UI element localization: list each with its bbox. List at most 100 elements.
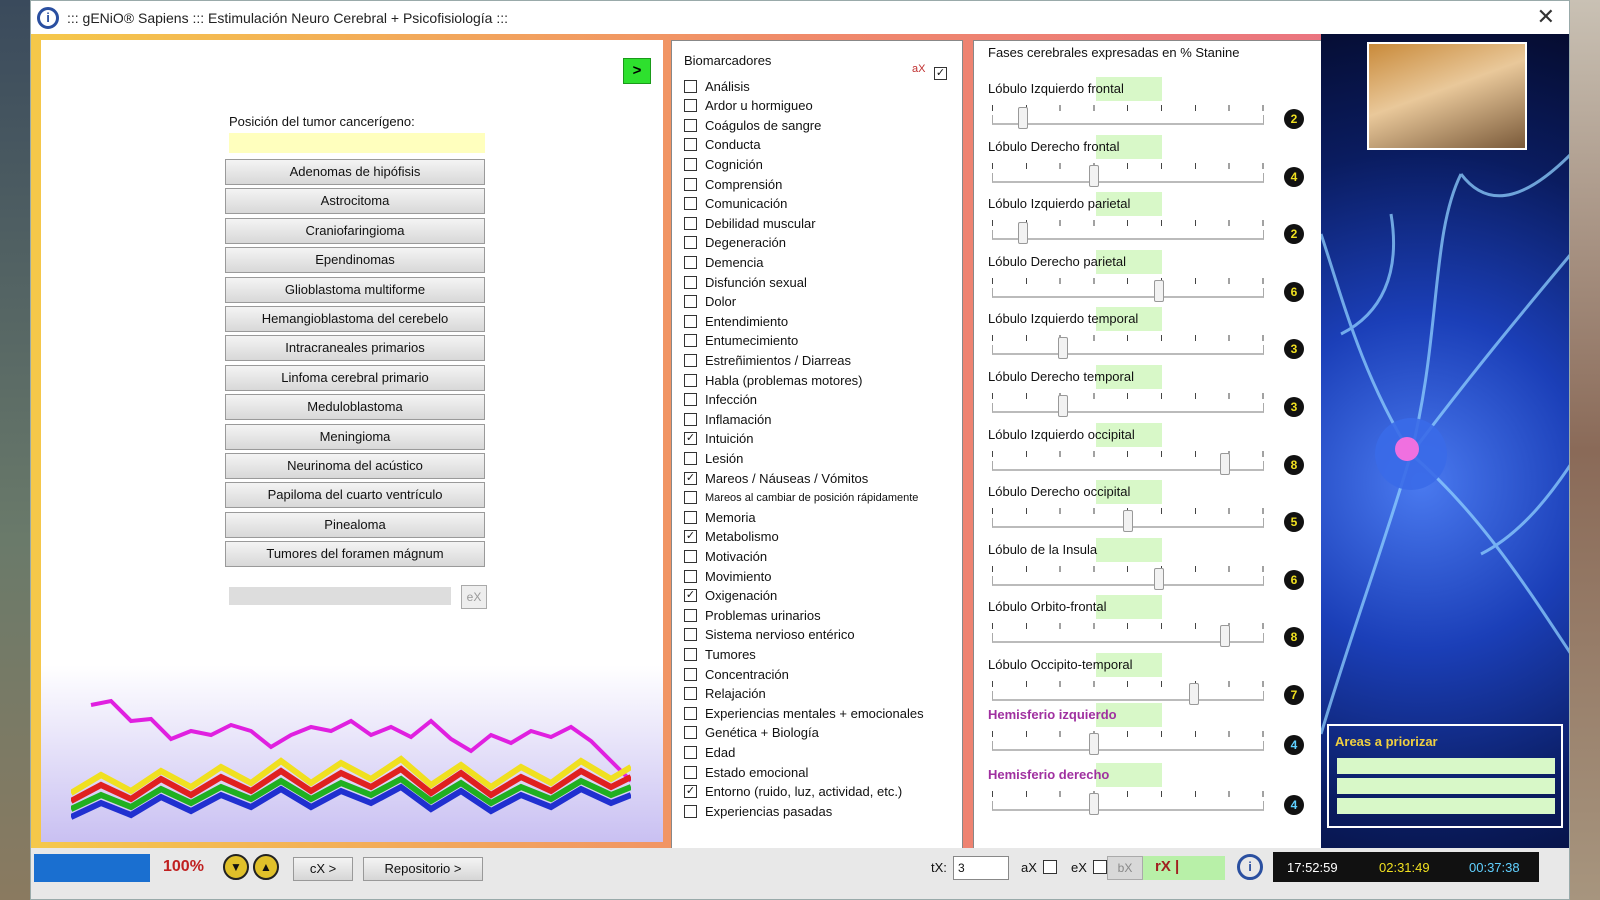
tumor-button[interactable]: Hemangioblastoma del cerebelo xyxy=(225,306,485,332)
tumor-button[interactable]: Craniofaringioma xyxy=(225,217,485,244)
biomarker-checkbox[interactable] xyxy=(684,687,697,701)
phase-slider-thumb[interactable] xyxy=(1088,733,1099,755)
arrow-down-icon[interactable]: ▼ xyxy=(223,854,249,880)
tumor-button[interactable]: Tumores del foramen mágnum xyxy=(225,541,485,568)
ex-button[interactable]: eX xyxy=(461,585,487,609)
biomarker-checkbox[interactable] xyxy=(684,99,697,113)
biomarker-item[interactable]: Entumecimiento xyxy=(684,332,798,350)
phase-slider-thumb[interactable] xyxy=(1088,164,1099,187)
biomarker-checkbox[interactable] xyxy=(684,314,697,328)
phase-slider-thumb[interactable] xyxy=(1057,337,1068,360)
biomarker-checkbox[interactable] xyxy=(684,295,697,309)
biomarker-checkbox[interactable] xyxy=(684,510,697,524)
biomarker-checkbox[interactable] xyxy=(684,177,697,191)
cx-button[interactable]: cX > xyxy=(293,857,353,881)
phase-slider-track[interactable] xyxy=(992,230,1264,241)
biomarker-item[interactable]: Mareos al cambiar de posición rápidament… xyxy=(684,489,918,507)
tx-stepper[interactable]: 3 xyxy=(953,856,1009,880)
biomarker-checkbox[interactable] xyxy=(684,373,697,387)
biomarker-item[interactable]: Concentración xyxy=(684,665,789,683)
phase-slider-track[interactable] xyxy=(992,575,1264,586)
biomarker-item[interactable]: Ardor u hormigueo xyxy=(684,97,813,115)
biomarker-item[interactable]: Tumores xyxy=(684,645,756,663)
biomarker-checkbox[interactable] xyxy=(684,412,697,426)
biomarker-item[interactable]: Degeneración xyxy=(684,234,786,252)
tumor-button[interactable]: Linfoma cerebral primario xyxy=(225,364,485,391)
biomarkers-ax-checkbox[interactable]: ✓ xyxy=(934,67,947,80)
biomarker-item[interactable]: Movimiento xyxy=(684,567,771,585)
biomarker-checkbox[interactable] xyxy=(684,706,697,720)
biomarker-item[interactable]: Experiencias mentales + emocionales xyxy=(684,704,924,722)
biomarker-checkbox[interactable]: ✓ xyxy=(684,589,697,603)
biomarker-checkbox[interactable] xyxy=(684,647,697,661)
biomarker-item[interactable]: ✓ Oxigenación xyxy=(684,587,777,605)
biomarker-checkbox[interactable] xyxy=(684,608,697,622)
tumor-button[interactable]: Meningioma xyxy=(225,423,485,450)
biomarker-checkbox[interactable] xyxy=(684,157,697,171)
biomarker-item[interactable]: ✓ Metabolismo xyxy=(684,528,779,546)
ax-checkbox[interactable] xyxy=(1043,860,1057,874)
biomarker-checkbox[interactable] xyxy=(684,745,697,759)
biomarker-checkbox[interactable] xyxy=(684,216,697,230)
phase-slider-track[interactable] xyxy=(992,801,1264,811)
biomarker-item[interactable]: Edad xyxy=(684,743,735,761)
rx-button[interactable]: rX | xyxy=(1143,856,1225,880)
tumor-button[interactable]: Neurinoma del acústico xyxy=(225,453,485,479)
phase-slider-track[interactable] xyxy=(992,403,1264,413)
phase-slider-thumb[interactable] xyxy=(1088,793,1099,815)
biomarker-item[interactable]: Experiencias pasadas xyxy=(684,802,832,820)
phase-slider-thumb[interactable] xyxy=(1018,107,1029,129)
tumor-search-input[interactable] xyxy=(229,587,451,605)
biomarker-checkbox[interactable] xyxy=(684,726,697,740)
biomarker-checkbox[interactable] xyxy=(684,667,697,681)
biomarker-item[interactable]: Motivación xyxy=(684,547,767,565)
biomarker-item[interactable]: Comunicación xyxy=(684,195,787,213)
biomarker-item[interactable]: ✓ Intuición xyxy=(684,430,753,448)
tumor-button[interactable]: Adenomas de hipófisis xyxy=(225,159,485,185)
phase-slider-track[interactable] xyxy=(992,345,1264,356)
tumor-button[interactable]: Astrocitoma xyxy=(225,188,485,215)
biomarker-checkbox[interactable] xyxy=(684,118,697,132)
biomarker-checkbox[interactable]: ✓ xyxy=(684,785,697,799)
biomarker-checkbox[interactable] xyxy=(684,804,697,818)
biomarker-item[interactable]: Problemas urinarios xyxy=(684,606,821,624)
tumor-button[interactable]: Papiloma del cuarto ventrículo xyxy=(225,482,485,509)
biomarker-item[interactable]: ✓ Mareos / Náuseas / Vómitos xyxy=(684,469,868,487)
go-button[interactable]: > xyxy=(623,58,651,84)
tumor-button[interactable]: Ependinomas xyxy=(225,247,485,274)
phase-slider-thumb[interactable] xyxy=(1154,567,1165,590)
phase-slider-thumb[interactable] xyxy=(1219,625,1230,648)
tumor-position-field[interactable] xyxy=(229,133,485,153)
phase-slider-track[interactable] xyxy=(992,741,1264,751)
biomarker-item[interactable]: Debilidad muscular xyxy=(684,214,816,232)
biomarker-item[interactable]: Análisis xyxy=(684,77,750,95)
phase-slider-thumb[interactable] xyxy=(1154,279,1165,302)
biomarker-item[interactable]: Coágulos de sangre xyxy=(684,116,821,134)
tumor-button[interactable]: Intracraneales primarios xyxy=(225,335,485,362)
phase-slider-thumb[interactable] xyxy=(1018,222,1029,245)
biomarker-item[interactable]: Comprensión xyxy=(684,175,782,193)
biomarker-item[interactable]: Estado emocional xyxy=(684,763,808,781)
bx-button[interactable]: bX xyxy=(1107,856,1143,880)
biomarker-checkbox[interactable] xyxy=(684,197,697,211)
biomarker-checkbox[interactable] xyxy=(684,236,697,250)
biomarker-item[interactable]: Disfunción sexual xyxy=(684,273,807,291)
biomarker-item[interactable]: Relajación xyxy=(684,685,766,703)
biomarker-checkbox[interactable] xyxy=(684,628,697,642)
biomarker-item[interactable]: Memoria xyxy=(684,508,756,526)
biomarker-checkbox[interactable] xyxy=(684,138,697,152)
biomarker-checkbox[interactable] xyxy=(684,549,697,563)
biomarker-item[interactable]: Dolor xyxy=(684,293,736,311)
biomarker-item[interactable]: ✓ Entorno (ruido, luz, actividad, etc.) xyxy=(684,783,902,801)
phase-slider-thumb[interactable] xyxy=(1123,510,1133,533)
phase-slider-thumb[interactable] xyxy=(1219,452,1230,475)
biomarker-item[interactable]: Cognición xyxy=(684,155,763,173)
phase-slider-track[interactable] xyxy=(992,115,1264,125)
biomarker-item[interactable]: Estreñimientos / Diarreas xyxy=(684,351,851,369)
phase-slider-thumb[interactable] xyxy=(1188,683,1199,705)
biomarker-checkbox[interactable] xyxy=(684,393,697,407)
biomarker-checkbox[interactable]: ✓ xyxy=(684,471,697,485)
biomarker-checkbox[interactable] xyxy=(684,275,697,289)
biomarker-checkbox[interactable] xyxy=(684,569,697,583)
biomarker-item[interactable]: Demencia xyxy=(684,253,764,271)
